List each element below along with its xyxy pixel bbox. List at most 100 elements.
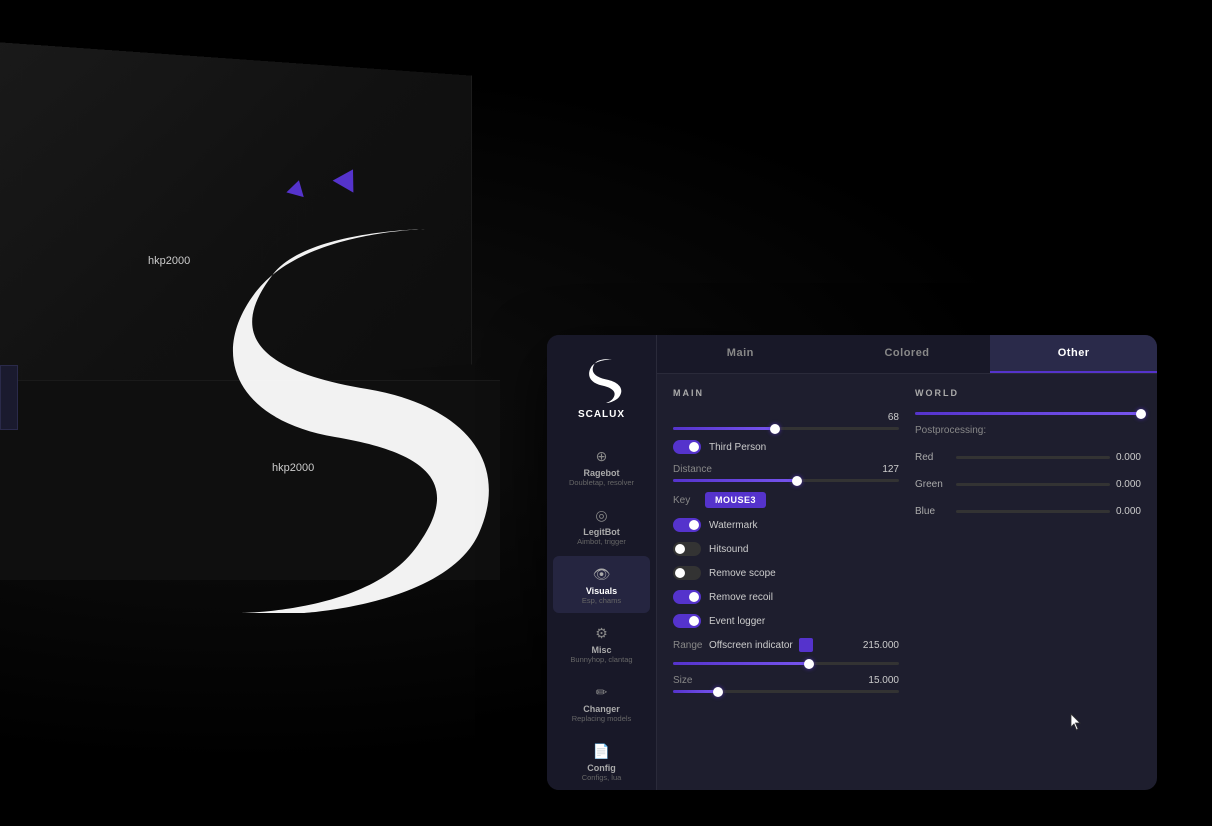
red-label: Red: [915, 452, 950, 463]
sidebar-item-changer[interactable]: ✏ Changer Replacing models: [553, 674, 650, 731]
visuals-label: Visuals: [586, 586, 617, 596]
fov-value: 68: [888, 412, 899, 423]
pp-blue-row: Blue 0.000: [915, 506, 1141, 517]
legitbot-label: LegitBot: [583, 527, 620, 537]
range-slider-thumb: [804, 659, 814, 669]
size-slider-row: Size 15.000: [673, 675, 899, 693]
range-slider-fill: [673, 662, 809, 665]
green-label: Green: [915, 479, 950, 490]
remove-recoil-label: Remove recoil: [709, 592, 773, 603]
legitbot-icon: ◎: [592, 505, 612, 525]
event-logger-toggle[interactable]: [673, 614, 701, 628]
key-badge[interactable]: MOUSE3: [705, 492, 766, 508]
size-slider-track[interactable]: [673, 690, 899, 693]
visuals-sub: Esp, chams: [582, 596, 621, 605]
blue-slider-track[interactable]: [956, 510, 1110, 513]
event-logger-label: Event logger: [709, 616, 765, 627]
main-panel: SCALUX ⊕ Ragebot Doubletap, resolver ◎ L…: [547, 335, 1157, 790]
bg-rect-left: [0, 365, 18, 430]
pp-green-row: Green 0.000: [915, 479, 1141, 490]
red-slider-track[interactable]: [956, 456, 1110, 459]
sidebar-item-config[interactable]: 📄 Config Configs, lua: [553, 733, 650, 790]
tab-other[interactable]: Other: [990, 335, 1157, 373]
key-label: Key: [673, 495, 697, 506]
key-row: Key MOUSE3: [673, 492, 899, 508]
other-tab-content: MAIN 68 Third Person: [657, 374, 1157, 790]
distance-slider-fill: [673, 479, 797, 482]
toggle-remove-scope: Remove scope: [673, 566, 899, 580]
sidebar-item-ragebot[interactable]: ⊕ Ragebot Doubletap, resolver: [553, 438, 650, 495]
fov-slider-row: 68: [673, 412, 899, 430]
hitsound-label: Hitsound: [709, 544, 748, 555]
tab-main[interactable]: Main: [657, 335, 824, 373]
watermark-toggle[interactable]: [673, 518, 701, 532]
hitsound-toggle[interactable]: [673, 542, 701, 556]
postprocessing-label: Postprocessing:: [915, 425, 1141, 436]
size-label: Size: [673, 675, 703, 686]
third-person-label: Third Person: [709, 442, 766, 453]
red-value: 0.000: [1116, 452, 1141, 463]
world-slider-row: [915, 412, 1141, 415]
misc-sub: Bunnyhop, clantag: [570, 655, 632, 664]
third-person-row: Third Person: [673, 440, 899, 454]
misc-label: Misc: [591, 645, 611, 655]
sidebar-brand: SCALUX: [578, 409, 625, 420]
sidebar-item-legitbot[interactable]: ◎ LegitBot Aimbot, trigger: [553, 497, 650, 554]
distance-value: 127: [882, 464, 899, 475]
green-value: 0.000: [1116, 479, 1141, 490]
remove-recoil-toggle[interactable]: [673, 590, 701, 604]
content-area: Main Colored Other MAIN 68: [657, 335, 1157, 790]
main-section-title: MAIN: [673, 388, 899, 398]
visuals-icon: 👁: [592, 564, 612, 584]
range-slider-track[interactable]: [673, 662, 899, 665]
pp-red-row: Red 0.000: [915, 452, 1141, 463]
main-column: MAIN 68 Third Person: [673, 388, 899, 776]
scalux-logo-large: [175, 175, 495, 635]
changer-icon: ✏: [592, 682, 612, 702]
blue-label: Blue: [915, 506, 950, 517]
watermark-label: Watermark: [709, 520, 758, 531]
blue-value: 0.000: [1116, 506, 1141, 517]
legitbot-sub: Aimbot, trigger: [577, 537, 626, 546]
sidebar-item-misc[interactable]: ⚙ Misc Bunnyhop, clantag: [553, 615, 650, 672]
toggle-hitsound: Hitsound: [673, 542, 899, 556]
world-slider-track[interactable]: [915, 412, 1141, 415]
misc-icon: ⚙: [592, 623, 612, 643]
tab-bar: Main Colored Other: [657, 335, 1157, 374]
ragebot-icon: ⊕: [592, 446, 612, 466]
range-slider-row: [673, 662, 899, 665]
ragebot-sub: Doubletap, resolver: [569, 478, 634, 487]
size-value: 15.000: [868, 675, 899, 686]
size-slider-thumb: [713, 687, 723, 697]
toggle-event-logger: Event logger: [673, 614, 899, 628]
config-label: Config: [587, 763, 616, 773]
remove-scope-label: Remove scope: [709, 568, 776, 579]
sidebar-nav: ⊕ Ragebot Doubletap, resolver ◎ LegitBot…: [547, 438, 656, 790]
offscreen-color-swatch[interactable]: [799, 638, 813, 652]
toggle-watermark: Watermark: [673, 518, 899, 532]
changer-sub: Replacing models: [572, 714, 632, 723]
distance-slider-thumb: [792, 476, 802, 486]
third-person-toggle[interactable]: [673, 440, 701, 454]
offscreen-row: Range Offscreen indicator 215.000: [673, 638, 899, 652]
sidebar-item-visuals[interactable]: 👁 Visuals Esp, chams: [553, 556, 650, 613]
offscreen-indicator-label: Offscreen indicator: [709, 640, 793, 651]
world-slider-thumb: [1136, 409, 1146, 419]
green-slider-track[interactable]: [956, 483, 1110, 486]
world-slider-fill: [915, 412, 1141, 415]
tab-colored[interactable]: Colored: [824, 335, 991, 373]
changer-label: Changer: [583, 704, 620, 714]
distance-slider-track[interactable]: [673, 479, 899, 482]
sidebar-logo: [577, 353, 627, 403]
world-section-title: WORLD: [915, 388, 1141, 398]
distance-label: Distance: [673, 464, 712, 475]
fov-slider-thumb: [770, 424, 780, 434]
config-icon: 📄: [592, 741, 612, 761]
remove-scope-toggle[interactable]: [673, 566, 701, 580]
fov-slider-track[interactable]: [673, 427, 899, 430]
toggle-remove-recoil: Remove recoil: [673, 590, 899, 604]
config-sub: Configs, lua: [582, 773, 622, 782]
size-slider-fill: [673, 690, 718, 693]
ragebot-label: Ragebot: [584, 468, 620, 478]
fov-slider-fill: [673, 427, 775, 430]
